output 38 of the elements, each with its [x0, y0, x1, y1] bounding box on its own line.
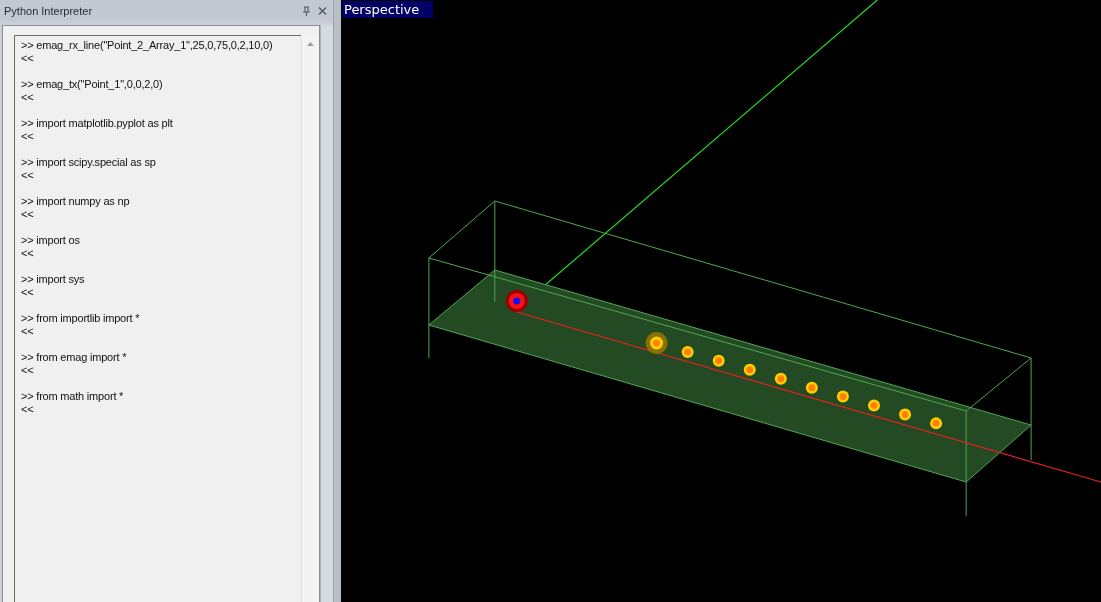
console-output-line: <<: [21, 208, 35, 221]
console-input-line: >> from emag import *: [21, 351, 128, 364]
console-input-line: >> emag_tx("Point_1",0,0,2,0): [21, 78, 164, 91]
receiver-marker: [836, 390, 849, 403]
transmitter-marker: [505, 290, 528, 312]
console-input-line: >> from importlib import *: [21, 312, 141, 325]
3d-viewport[interactable]: Perspective: [341, 0, 1101, 602]
console-output-line: <<: [21, 91, 35, 104]
console-input-line: >> import matplotlib.pyplot as plt: [21, 117, 174, 130]
receiver-marker: [681, 345, 694, 358]
receiver-marker: [930, 417, 943, 430]
console-output-line: <<: [21, 325, 35, 338]
console-output-line: <<: [21, 130, 35, 143]
console-input-line: >> emag_rx_line("Point_2_Array_1",25,0,75,0,2,10,0): [21, 39, 274, 52]
receiver-marker: [774, 372, 787, 385]
console-output-line: <<: [21, 364, 35, 377]
receiver-marker: [743, 363, 756, 376]
pin-icon[interactable]: [302, 5, 311, 16]
console-output-line: <<: [21, 169, 35, 182]
receiver-marker: [805, 381, 818, 394]
scroll-up-icon[interactable]: [307, 42, 314, 46]
console-output-line: <<: [21, 247, 35, 260]
panel-title: Python Interpreter: [4, 4, 94, 17]
console-output[interactable]: [2, 25, 320, 602]
close-icon[interactable]: [318, 5, 327, 16]
console-output-line: <<: [21, 286, 35, 299]
console-input-line: >> from math import *: [21, 390, 125, 403]
console-input-line: >> import os: [21, 234, 81, 247]
receiver-marker: [868, 399, 880, 412]
console-input-line: >> import sys: [21, 273, 86, 286]
selected-receiver-marker: [645, 332, 668, 354]
receiver-marker: [899, 408, 912, 421]
console-output-line: <<: [21, 403, 35, 416]
console-output-line: <<: [21, 52, 35, 65]
viewport-label: Perspective: [342, 1, 434, 18]
console-input-line: >> import scipy.special as sp: [21, 156, 157, 169]
console-input-line: >> import numpy as np: [21, 195, 131, 208]
receiver-marker: [712, 354, 725, 367]
